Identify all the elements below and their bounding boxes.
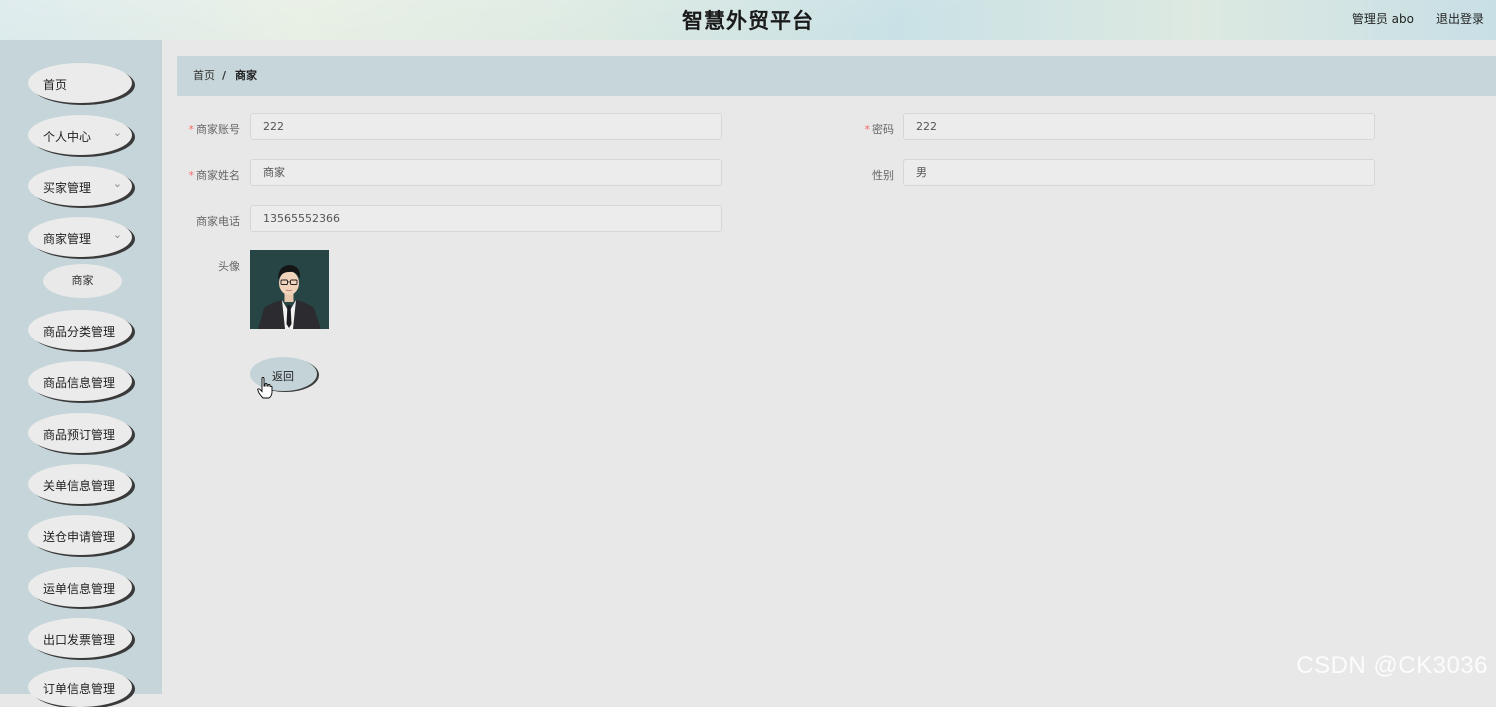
gender-field[interactable]: 男: [903, 159, 1375, 186]
gender-label: 性别: [872, 169, 894, 182]
name-field[interactable]: 商家: [250, 159, 722, 186]
avatar-label: 头像: [218, 260, 240, 273]
breadcrumb-home[interactable]: 首页: [193, 56, 215, 96]
account-field[interactable]: 222: [250, 113, 722, 140]
top-header: 智慧外贸平台 管理员 abo 退出登录: [0, 0, 1496, 40]
name-label-text: 商家姓名: [196, 169, 240, 182]
sidebar: 首页 个人中心 ⌄ 买家管理 ⌄ 商家管理 ⌄ 商家 商品分类管理 商品信息管理…: [0, 40, 162, 707]
sidebar-item-label: 商品信息管理: [43, 376, 116, 390]
sidebar-item-label: 买家管理: [43, 181, 92, 195]
sidebar-item-product-booking[interactable]: 商品预订管理: [28, 413, 132, 453]
required-mark: *: [864, 123, 871, 136]
sidebar-item-export-invoice[interactable]: 出口发票管理: [28, 618, 132, 658]
sidebar-item-product-category[interactable]: 商品分类管理: [28, 310, 132, 350]
sidebar-item-order-info[interactable]: 订单信息管理: [28, 667, 132, 707]
app-title: 智慧外贸平台: [682, 9, 814, 33]
avatar: [250, 250, 329, 329]
phone-label: 商家电话: [196, 215, 240, 228]
chevron-down-icon: ⌄: [112, 228, 122, 241]
sidebar-item-waybill-info[interactable]: 运单信息管理: [28, 567, 132, 607]
breadcrumb: 首页 / 商家: [177, 56, 1496, 96]
back-button-label: 返回: [272, 370, 294, 383]
sidebar-item-label: 商家管理: [43, 232, 92, 246]
avatar-portrait-image: [250, 250, 329, 329]
sidebar-item-product-info[interactable]: 商品信息管理: [28, 361, 132, 401]
sidebar-item-label: 运单信息管理: [43, 582, 116, 596]
sidebar-item-home[interactable]: 首页: [28, 63, 132, 103]
sidebar-item-label: 首页: [43, 78, 68, 92]
sidebar-item-label: 订单信息管理: [43, 682, 116, 696]
current-user: 管理员 abo: [1351, 12, 1414, 26]
password-field[interactable]: 222: [903, 113, 1375, 140]
password-label: * 密码: [830, 121, 895, 137]
account-label: * 商家账号: [176, 121, 241, 137]
breadcrumb-current: 商家: [235, 69, 257, 82]
sidebar-item-merchant-management[interactable]: 商家管理 ⌄: [28, 217, 132, 257]
sidebar-item-label: 商品预订管理: [43, 428, 116, 442]
sidebar-item-buyer-management[interactable]: 买家管理 ⌄: [28, 166, 132, 206]
sidebar-item-personal-center[interactable]: 个人中心 ⌄: [28, 115, 132, 155]
sidebar-item-label: 个人中心: [43, 130, 92, 144]
chevron-down-icon: ⌄: [112, 126, 122, 139]
hand-pointer-icon: [257, 377, 273, 399]
watermark-text: CSDN @CK3036: [1296, 652, 1488, 679]
required-mark: *: [188, 123, 195, 136]
account-label-text: 商家账号: [196, 123, 240, 136]
sidebar-item-label: 送仓申请管理: [43, 530, 116, 544]
breadcrumb-separator: /: [222, 69, 227, 82]
chevron-down-icon: ⌄: [112, 177, 122, 190]
sidebar-item-label: 商品分类管理: [43, 325, 116, 339]
sidebar-item-warehouse-request[interactable]: 送仓申请管理: [28, 515, 132, 555]
phone-field[interactable]: 13565552366: [250, 205, 722, 232]
sidebar-item-label: 出口发票管理: [43, 633, 116, 647]
sidebar-item-label: 关单信息管理: [43, 479, 116, 493]
password-label-text: 密码: [872, 123, 894, 136]
sidebar-subitem-merchant[interactable]: 商家: [43, 264, 122, 298]
name-label: * 商家姓名: [176, 167, 241, 183]
sidebar-item-customs-info[interactable]: 关单信息管理: [28, 464, 132, 504]
logout-link[interactable]: 退出登录: [1436, 10, 1484, 27]
required-mark: *: [188, 169, 195, 182]
